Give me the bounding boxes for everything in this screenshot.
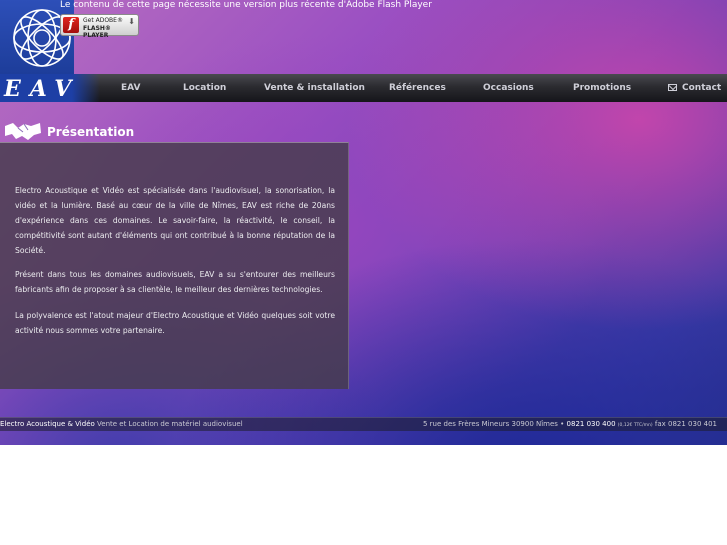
main-navigation: EAV EAV Location Vente & installation Ré… [0,74,727,102]
paragraph-partner: La polyvalence est l'atout majeur d'Elec… [15,311,335,335]
footer-company: Electro Acoustique & Vidéo [0,420,95,428]
paragraph-intro: Electro Acoustique et Vidéo est spéciali… [15,186,335,255]
nav-logo-text: EAV [4,76,81,102]
flash-badge-line1: Get ADOBE® [83,17,123,24]
flash-required-message: Le contenu de cette page nécessite une v… [60,0,432,10]
footer-right: 5 rue des Frères Mineurs 30900 Nîmes • 0… [423,420,717,428]
envelope-icon [668,84,677,91]
footer-left: Electro Acoustique & Vidéo Vente et Loca… [0,420,243,428]
nav-item-contact[interactable]: Contact [682,83,721,93]
footer-phone: 0821 030 400 [566,420,616,428]
presentation-panel: Electro Acoustique et Vidéo est spéciali… [0,142,349,389]
nav-item-promotions[interactable]: Promotions [573,83,631,93]
footer-fax: fax 0821 030 401 [654,420,717,428]
footer-tagline: Vente et Location de matériel audiovisue… [97,420,243,428]
paragraph-domains: Présent dans tous les domaines audiovisu… [15,270,335,294]
nav-item-occasions[interactable]: Occasions [483,83,534,93]
site-logo[interactable] [0,0,74,74]
nav-item-location[interactable]: Location [183,83,226,93]
flash-stage: Le contenu de cette page nécessite une v… [0,0,727,445]
footer-bar: Electro Acoustique & Vidéo Vente et Loca… [0,417,727,431]
nav-item-references[interactable]: Références [389,83,446,93]
handshake-icon [5,123,41,140]
footer-address: 5 rue des Frères Mineurs 30900 Nîmes • [423,420,565,428]
footer-phone-note: (0,12€ TTC/mn) [617,423,653,428]
globe-logo-icon [13,9,71,67]
get-flash-player-button[interactable]: f Get ADOBE® FLASH® PLAYER ⬇ [60,14,139,39]
section-title: Présentation [47,125,135,139]
nav-item-vente-installation[interactable]: Vente & installation [264,83,365,93]
nav-logo[interactable]: EAV [0,74,100,102]
download-arrow-icon: ⬇ [128,17,135,26]
flash-badge-line2: FLASH® PLAYER [83,25,111,39]
flash-icon: f [63,17,79,33]
nav-item-eav[interactable]: EAV [121,83,140,93]
